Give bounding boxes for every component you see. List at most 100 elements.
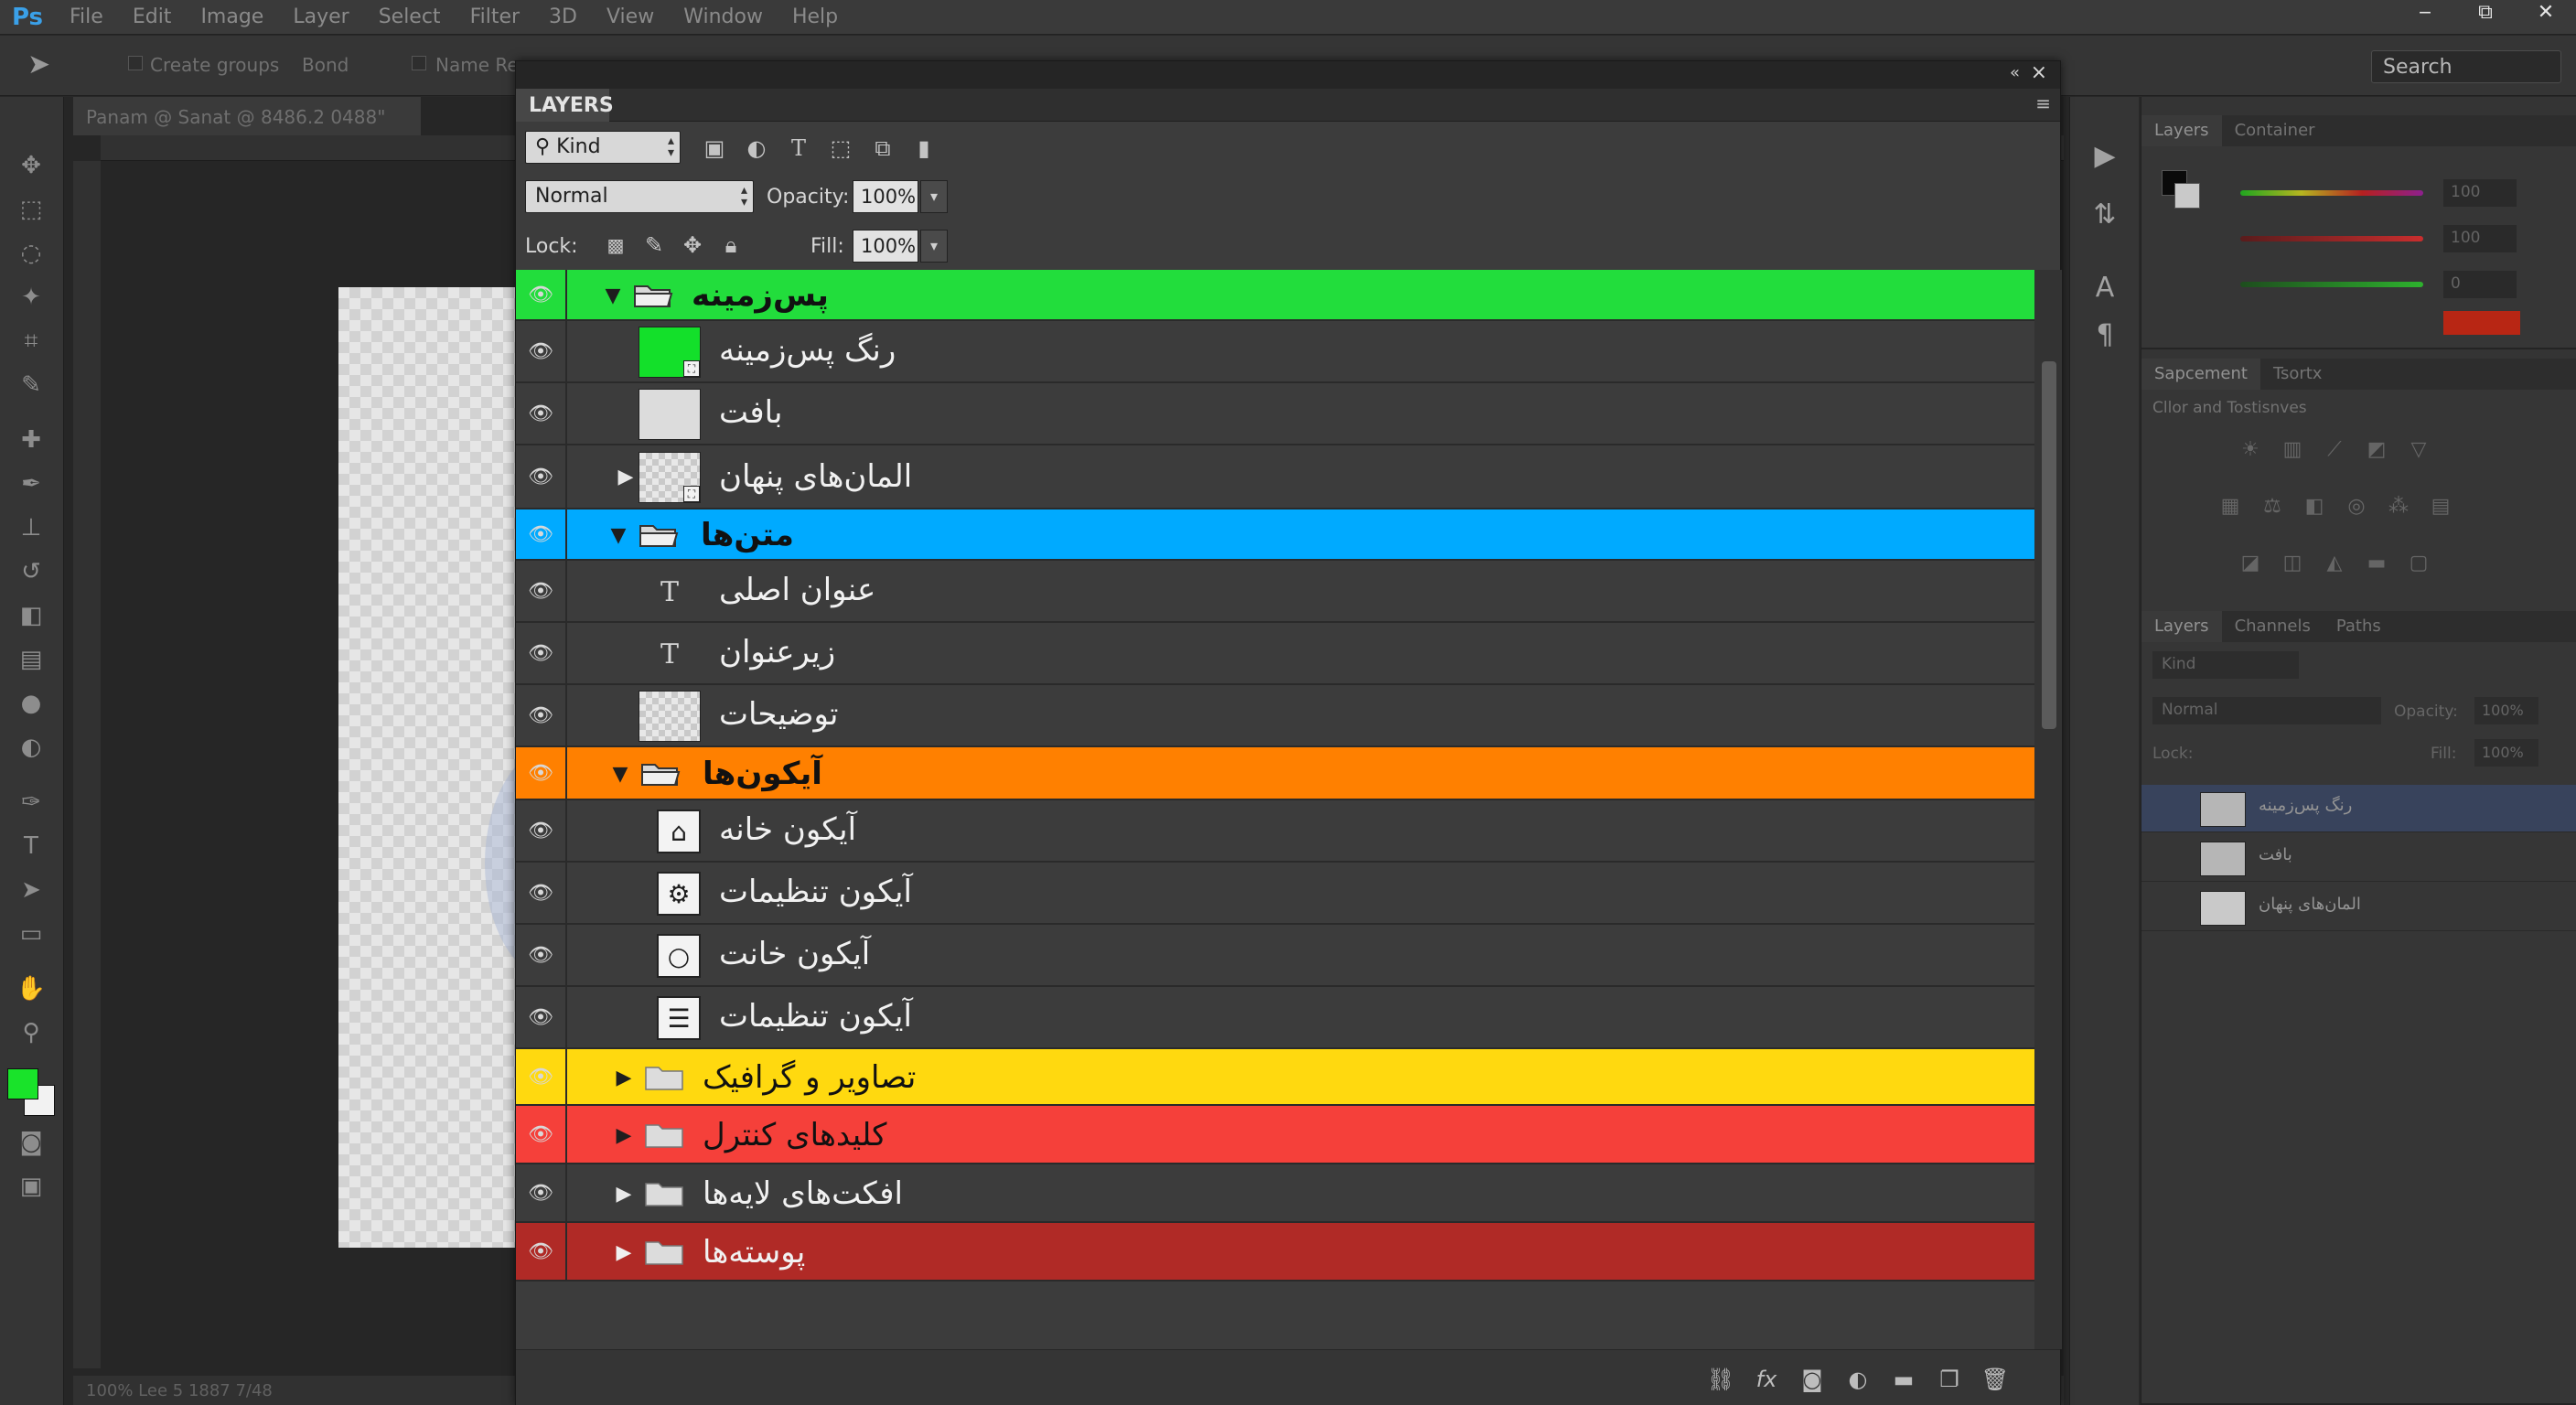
filter-type-icon[interactable]: T bbox=[783, 133, 814, 164]
shape-tool-icon[interactable]: ▭ bbox=[13, 917, 49, 951]
layer-row[interactable]: 👁︎ T زیرعنوان bbox=[516, 623, 2034, 685]
scrollbar-thumb[interactable] bbox=[2042, 361, 2056, 729]
posterize-icon[interactable]: ◫ bbox=[2279, 549, 2306, 576]
invert-icon[interactable]: ◪ bbox=[2237, 549, 2264, 576]
hue-icon[interactable]: ▦ bbox=[2216, 492, 2244, 520]
layer-row[interactable]: 👁︎ ▶ ⛶ المان‌های پنهان bbox=[516, 445, 2034, 509]
magic-wand-tool-icon[interactable]: ✦ bbox=[13, 280, 49, 315]
paragraph-icon[interactable]: ¶ bbox=[2087, 316, 2123, 353]
eye-icon[interactable]: 👁︎ bbox=[516, 925, 567, 985]
play-actions-icon[interactable]: ▶ bbox=[2087, 137, 2123, 174]
color-value-3[interactable]: 0 bbox=[2443, 271, 2517, 298]
menu-edit[interactable]: Edit bbox=[118, 5, 187, 28]
menu-file[interactable]: File bbox=[55, 5, 118, 28]
tab-mini-layers[interactable]: Layers bbox=[2141, 611, 2222, 642]
tab-styles[interactable]: Tsortx bbox=[2260, 359, 2335, 390]
create-groups-checkbox[interactable] bbox=[128, 56, 143, 70]
layer-row[interactable]: 👁︎ ⚙ آیکون تنظیمات bbox=[516, 863, 2034, 925]
link-icon[interactable]: ⛓ bbox=[1705, 1365, 1736, 1394]
eye-icon[interactable]: 👁︎ bbox=[516, 747, 567, 799]
restore-button[interactable]: ⧉ bbox=[2455, 0, 2516, 24]
filter-kind-select[interactable]: ⚲ Kind ▴ ▾ bbox=[525, 131, 681, 164]
crop-tool-icon[interactable]: ⌗ bbox=[13, 324, 49, 359]
levels-icon[interactable]: ▥ bbox=[2279, 435, 2306, 463]
fx-icon[interactable]: fx bbox=[1751, 1365, 1782, 1394]
chevron-right-icon[interactable]: ▶ bbox=[613, 1183, 635, 1206]
panel-menu-icon[interactable]: ≡ bbox=[2035, 92, 2051, 114]
eye-icon[interactable]: 👁︎ bbox=[516, 383, 567, 444]
brightness-icon[interactable]: ☀ bbox=[2237, 435, 2264, 463]
layer-group-row[interactable]: 👁︎ ▼ متن‌ها bbox=[516, 509, 2034, 561]
layers-scrollbar[interactable] bbox=[2034, 270, 2062, 1349]
brush-tool-icon[interactable]: ✒ bbox=[13, 467, 49, 501]
path-select-icon[interactable]: ➤ bbox=[13, 873, 49, 907]
menu-help[interactable]: Help bbox=[778, 5, 853, 28]
color-slider-2[interactable] bbox=[2240, 236, 2423, 241]
eye-icon[interactable]: 👁︎ bbox=[516, 800, 567, 861]
collapse-panel-icon[interactable]: « bbox=[2010, 63, 2020, 82]
chevron-right-icon[interactable]: ▶ bbox=[613, 1241, 635, 1264]
gradient-map-icon[interactable]: ▬ bbox=[2363, 549, 2390, 576]
tab-adjustments[interactable]: Sapcement bbox=[2141, 359, 2260, 390]
curves-icon[interactable]: ⟋ bbox=[2321, 435, 2348, 463]
move-tool-preset-icon[interactable]: ➤ bbox=[27, 48, 50, 80]
tab-channels[interactable]: Channels bbox=[2222, 611, 2324, 642]
eye-icon[interactable]: 👁︎ bbox=[516, 987, 567, 1047]
opacity-dropdown[interactable]: ▾ bbox=[920, 180, 948, 213]
eye-icon[interactable]: 👁︎ bbox=[516, 1164, 567, 1221]
adjustment-icon[interactable]: ◐ bbox=[1842, 1365, 1873, 1394]
layer-group-row[interactable]: 👁︎ ▶ افکت‌های لایه‌ها bbox=[516, 1164, 2034, 1223]
mini-kind-filter[interactable]: Kind bbox=[2152, 651, 2299, 679]
blend-mode-select[interactable]: Normal ▴ ▾ bbox=[525, 180, 754, 213]
eye-icon[interactable]: 👁︎ bbox=[516, 1106, 567, 1163]
filter-toggle-icon[interactable]: ▮ bbox=[915, 133, 933, 164]
menu-select[interactable]: Select bbox=[364, 5, 456, 28]
lock-paint-icon[interactable]: ✎ bbox=[639, 230, 670, 261]
healing-tool-icon[interactable]: ✚ bbox=[13, 423, 49, 457]
eye-icon[interactable]: 👁︎ bbox=[516, 1049, 567, 1104]
color-bg-chip[interactable] bbox=[2174, 183, 2200, 209]
vibrance-icon[interactable]: ▽ bbox=[2405, 435, 2432, 463]
color-value-1[interactable]: 100 bbox=[2443, 179, 2517, 207]
filter-pixel-icon[interactable]: ▣ bbox=[699, 133, 730, 164]
type-tool-icon[interactable]: T bbox=[13, 829, 49, 863]
name-checkbox[interactable] bbox=[412, 56, 426, 70]
screen-mode-icon[interactable]: ▣ bbox=[13, 1169, 49, 1204]
eye-icon[interactable]: 👁︎ bbox=[516, 445, 567, 508]
filter-smart-object-icon[interactable]: ⧉ bbox=[867, 133, 898, 164]
chevron-down-icon[interactable]: ▼ bbox=[607, 524, 629, 547]
color-slider-3[interactable] bbox=[2240, 282, 2423, 287]
blur-tool-icon[interactable]: ● bbox=[13, 686, 49, 721]
mode-select[interactable]: Bond bbox=[302, 54, 349, 76]
close-panel-icon[interactable]: × bbox=[2031, 61, 2047, 84]
dodge-tool-icon[interactable]: ◐ bbox=[13, 730, 49, 765]
eyedropper-tool-icon[interactable]: ✎ bbox=[13, 368, 49, 402]
hand-tool-icon[interactable]: ✋ bbox=[13, 971, 49, 1006]
fill-dropdown[interactable]: ▾ bbox=[920, 230, 948, 263]
mini-blend-select[interactable]: Normal bbox=[2152, 697, 2381, 724]
menu-image[interactable]: Image bbox=[186, 5, 278, 28]
mask-icon[interactable]: ◙ bbox=[1797, 1365, 1828, 1394]
minimize-button[interactable]: ‒ bbox=[2395, 0, 2455, 24]
gradient-tool-icon[interactable]: ▤ bbox=[13, 642, 49, 677]
stamp-tool-icon[interactable]: ⊥ bbox=[13, 510, 49, 545]
layer-row[interactable]: 👁︎ ⛶ رنگ پس‌زمینه bbox=[516, 321, 2034, 383]
layer-group-row[interactable]: 👁︎ ▶ پوسته‌ها bbox=[516, 1223, 2034, 1282]
eye-icon[interactable]: 👁︎ bbox=[516, 321, 567, 381]
layer-group-row[interactable]: 👁︎ ▼ آیکون‌ها bbox=[516, 747, 2034, 800]
exposure-icon[interactable]: ◩ bbox=[2363, 435, 2390, 463]
eye-icon[interactable]: 👁︎ bbox=[516, 623, 567, 683]
menu-layer[interactable]: Layer bbox=[278, 5, 363, 28]
menu-view[interactable]: View bbox=[592, 5, 669, 28]
filter-adjustment-icon[interactable]: ◐ bbox=[741, 133, 772, 164]
fill-input[interactable]: 100% bbox=[853, 230, 918, 263]
character-icon[interactable]: A bbox=[2087, 269, 2123, 306]
mini-opacity-input[interactable]: 100% bbox=[2474, 697, 2538, 724]
marquee-tool-icon[interactable]: ⬚ bbox=[13, 192, 49, 227]
eye-icon[interactable]: 👁︎ bbox=[516, 863, 567, 923]
layer-group-row[interactable]: 👁︎ ▶ کلیدهای کنترل bbox=[516, 1106, 2034, 1164]
eraser-tool-icon[interactable]: ◧ bbox=[13, 598, 49, 633]
eye-icon[interactable]: 👁︎ bbox=[516, 561, 567, 621]
new-layer-icon[interactable]: ❐ bbox=[1934, 1365, 1965, 1394]
clone-source-icon[interactable]: ⇅ bbox=[2087, 196, 2123, 232]
